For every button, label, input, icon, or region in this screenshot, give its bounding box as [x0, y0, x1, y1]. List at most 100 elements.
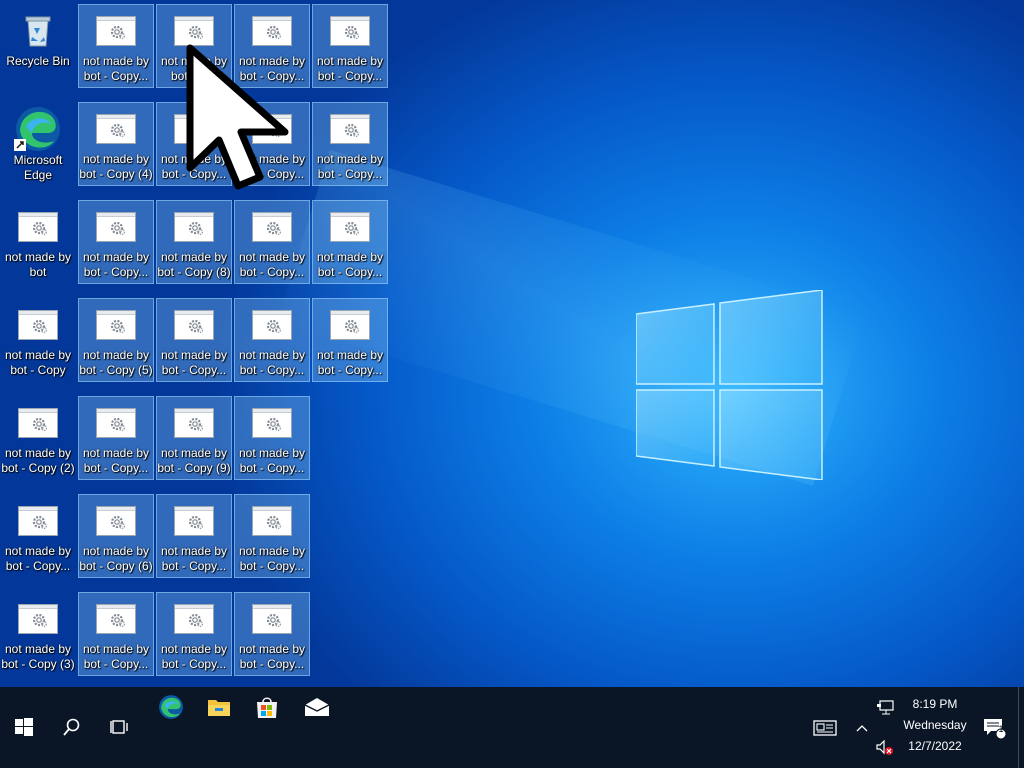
settings-file-icon: [252, 206, 292, 246]
desktop-file-icon[interactable]: not made by bot - Copy...: [156, 298, 232, 382]
desktop-file-icon[interactable]: not made by bot: [0, 200, 76, 284]
recycle-bin[interactable]: Recycle Bin: [0, 4, 76, 88]
icon-label: not made by bot - C...: [160, 54, 228, 83]
desktop-file-icon[interactable]: not made by bot - Copy...: [78, 396, 154, 480]
mail-icon: [304, 698, 330, 716]
settings-file-icon: [18, 500, 58, 540]
file-explorer-icon: [208, 700, 230, 716]
recycle-bin-icon: [25, 16, 51, 47]
news-widget-button[interactable]: [808, 711, 842, 745]
taskbar-edge[interactable]: [148, 687, 194, 727]
desktop-file-icon[interactable]: not made by bot - Copy: [0, 298, 76, 382]
desktop-file-icon[interactable]: not made by bot - Copy (9): [156, 396, 232, 480]
icon-label: not made by bot - Copy...: [82, 250, 150, 279]
settings-file-icon: [330, 10, 370, 50]
desktop-file-icon[interactable]: not made by bot - Copy (3): [0, 592, 76, 676]
icon-label-text: Microsoft Edge: [13, 153, 63, 182]
icon-label: not made by bot - Copy (8): [157, 250, 231, 279]
settings-file-icon: [174, 10, 214, 50]
network-button[interactable]: [874, 697, 896, 719]
settings-file-icon: [252, 10, 292, 50]
show-desktop-button[interactable]: [1018, 687, 1024, 768]
settings-file-icon: [96, 500, 136, 540]
desktop-file-icon[interactable]: not made by bot - Copy...: [234, 592, 310, 676]
icon-label: not made by bot - Copy...: [160, 642, 228, 671]
desktop-file-icon[interactable]: not made by bot - Copy (5): [78, 298, 154, 382]
desktop-file-icon[interactable]: not made by bot - Copy...: [312, 200, 388, 284]
settings-file-icon: [96, 10, 136, 50]
desktop-file-icon[interactable]: not made by bot - Copy...: [78, 592, 154, 676]
icon-label: not made by bot - Copy...: [238, 544, 306, 573]
desktop-file-icon[interactable]: not made by bot - C...: [156, 4, 232, 88]
desktop-file-icon[interactable]: not made by bot - Copy...: [0, 494, 76, 578]
action-center-button[interactable]: 1: [978, 711, 1010, 745]
settings-file-icon: [96, 304, 136, 344]
desktop-file-icon[interactable]: not made by bot - Copy (6): [78, 494, 154, 578]
taskbar-mail[interactable]: [294, 687, 340, 727]
settings-file-icon: [174, 598, 214, 638]
settings-file-icon: [330, 206, 370, 246]
icon-label: not made by bot - Copy (9): [157, 446, 231, 475]
desktop-file-icon[interactable]: not made by bot - Copy...: [156, 592, 232, 676]
desktop-file-icon[interactable]: not made by bot - Copy...: [234, 396, 310, 480]
icon-label: not made by bot - Copy...: [316, 54, 384, 83]
desktop-file-icon[interactable]: not made by bot - Copy...: [234, 4, 310, 88]
icon-label: not made by bot - Copy...: [316, 152, 384, 181]
desktop-file-icon[interactable]: not made by bot - Copy...: [312, 298, 388, 382]
desktop-file-icon[interactable]: not made by bot - Copy...: [156, 494, 232, 578]
icon-label: not made by bot - Copy...: [82, 642, 150, 671]
settings-file-icon: [252, 108, 292, 148]
settings-file-icon: [252, 402, 292, 442]
microsoft-edge[interactable]: Microsoft Edge: [0, 102, 76, 186]
icon-label: not made by bot - Copy...: [160, 152, 228, 181]
settings-file-icon: [252, 598, 292, 638]
settings-file-icon: [18, 206, 58, 246]
settings-file-icon: [18, 304, 58, 344]
task-view-icon: [110, 720, 128, 734]
settings-file-icon: [174, 304, 214, 344]
search-button[interactable]: [48, 703, 96, 751]
icon-label: not made by bot - Copy: [4, 348, 72, 377]
icon-label: Microsoft Edge: [1, 153, 75, 183]
icon-label: not made by bot - Copy...: [160, 544, 228, 573]
edge-icon: [159, 695, 183, 719]
chevron-up-icon: [856, 725, 868, 732]
clock-time: 8:19 PM: [912, 697, 958, 711]
desktop-file-icon[interactable]: not made by bot - Copy...: [234, 494, 310, 578]
icon-label: not made by bot - Copy (3): [1, 642, 75, 671]
clock[interactable]: 8:19 PM Wednesday 12/7/2022: [896, 697, 974, 753]
desktop-file-icon[interactable]: not made by bot - Copy (8): [156, 200, 232, 284]
desktop-file-icon[interactable]: not made by bot - Copy...: [312, 102, 388, 186]
volume-button[interactable]: [874, 737, 896, 759]
clock-date: 12/7/2022: [908, 739, 962, 753]
desktop-file-icon[interactable]: not made by bot - Copy...: [78, 4, 154, 88]
desktop-file-icon[interactable]: not made by bot - Copy (4): [78, 102, 154, 186]
network-icon: [877, 700, 894, 715]
settings-file-icon: [252, 304, 292, 344]
settings-file-icon: [174, 500, 214, 540]
clock-day: Wednesday: [903, 718, 967, 732]
start-button[interactable]: [0, 703, 48, 751]
settings-file-icon: [96, 598, 136, 638]
icon-label: not made by bot - Copy...: [238, 250, 306, 279]
desktop-file-icon[interactable]: not made by bot - Copy...: [312, 4, 388, 88]
settings-file-icon: [18, 598, 58, 638]
desktop-file-icon[interactable]: not made by bot - Copy (2): [0, 396, 76, 480]
icon-label: not made by bot - Copy...: [238, 152, 306, 181]
taskbar-store[interactable]: [244, 687, 290, 727]
desktop-file-icon[interactable]: not made by bot - Copy...: [234, 102, 310, 186]
icon-label: not made by bot - Copy (6): [79, 544, 153, 573]
taskbar-file-explorer[interactable]: [196, 687, 242, 727]
task-view-button[interactable]: [96, 703, 144, 751]
icon-label: not made by bot - Copy (4): [79, 152, 153, 181]
desktop-file-icon[interactable]: not made by bot - Copy...: [234, 200, 310, 284]
desktop-file-icon[interactable]: not made by bot - Copy...: [234, 298, 310, 382]
settings-file-icon: [174, 402, 214, 442]
icon-label: not made by bot - Copy...: [238, 446, 306, 475]
show-hidden-icons-button[interactable]: [850, 713, 874, 743]
windows-start-icon: [15, 718, 33, 736]
icon-label: not made by bot - Copy (5): [79, 348, 153, 377]
desktop-file-icon[interactable]: not made by bot - Copy...: [156, 102, 232, 186]
settings-file-icon: [174, 206, 214, 246]
desktop-file-icon[interactable]: not made by bot - Copy...: [78, 200, 154, 284]
